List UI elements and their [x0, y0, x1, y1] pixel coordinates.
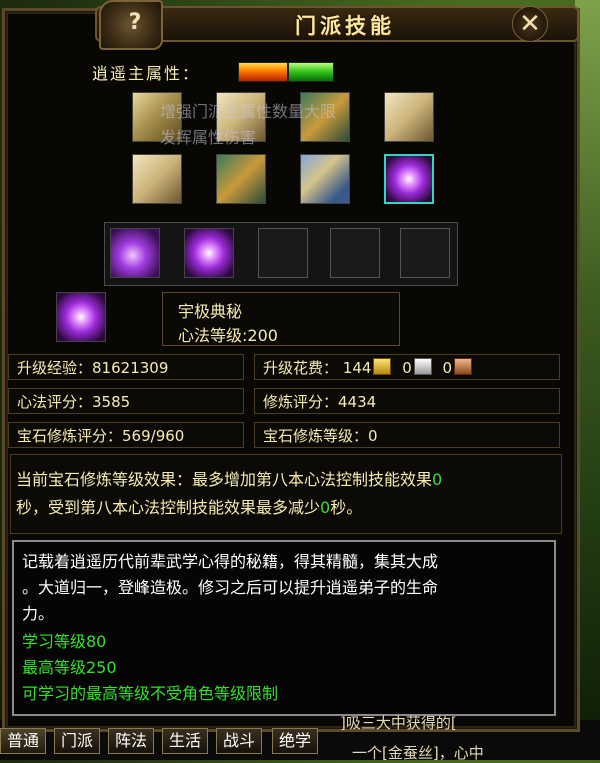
upgrade-cost-stat: 升级花费： 144 0 0: [254, 354, 560, 380]
chest-book-icon[interactable]: [216, 154, 266, 204]
mind-score-value: 3585: [92, 393, 131, 411]
scroll-icon[interactable]: [132, 154, 182, 204]
max-level: 最高等级250: [22, 658, 117, 677]
upgrade-cost-label: 升级花费：: [263, 359, 339, 377]
mind-score-label: 心法评分：: [17, 393, 93, 411]
empty-skill-slot[interactable]: [258, 228, 308, 278]
level-note: 可学习的最高等级不受角色等级限制: [22, 684, 279, 703]
practice-score-stat: 修炼评分：4434: [254, 388, 560, 414]
gem-level-label: 宝石修炼等级：: [263, 427, 369, 445]
cost-gold-value: 144: [342, 359, 372, 377]
chat-fragment: ]吸三大中获得的[: [340, 714, 457, 732]
gem-score-label: 宝石修炼评分：: [17, 427, 123, 445]
window-title: 门派技能: [295, 14, 395, 38]
copper-coin-icon: [454, 358, 473, 375]
practice-score-value: 4434: [338, 393, 377, 411]
description-line: 记载着逍遥历代前辈武学心得的秘籍，得其精髓，集其大成: [22, 552, 439, 571]
purple-man-skill-icon[interactable]: [110, 228, 160, 278]
upgrade-exp-label: 升级经验：: [17, 359, 93, 377]
skill-name: 宇极典秘: [178, 302, 243, 321]
learn-level: 学习等级80: [22, 632, 107, 651]
fire-attribute-icon: [238, 62, 288, 82]
cost-copper-value: 0: [442, 359, 453, 377]
chat-tab[interactable]: 绝学: [272, 728, 319, 754]
gold-coin-icon: [373, 358, 392, 375]
description-line: 力。: [22, 604, 55, 623]
purple-vortex-skill-icon[interactable]: [184, 228, 234, 278]
empty-skill-slot[interactable]: [330, 228, 380, 278]
practice-score-label: 修炼评分：: [263, 393, 339, 411]
chat-tab[interactable]: 门派: [54, 728, 101, 754]
wood-attribute-icon: [288, 62, 334, 82]
gem-level-stat: 宝石修炼等级：0: [254, 422, 560, 448]
effect-text: 当前宝石修炼等级效果：最多增加第八本心法控制技能效果: [16, 470, 433, 489]
gem-level-value: 0: [368, 427, 378, 445]
upgrade-exp-stat: 升级经验：81621309: [8, 354, 244, 380]
chat-tab[interactable]: 战斗: [216, 728, 263, 754]
chat-tab[interactable]: 普通: [0, 728, 47, 754]
mind-score-stat: 心法评分：3585: [8, 388, 244, 414]
silver-coin-icon: [413, 358, 432, 375]
help-button[interactable]: ?: [120, 8, 150, 38]
blue-scroll-icon[interactable]: [300, 154, 350, 204]
gem-effect-line2: 秒，受到第八本心法控制技能效果最多减少0秒。: [16, 494, 362, 518]
effect-number: 0: [320, 498, 331, 517]
scroll-icon[interactable]: [384, 92, 434, 142]
cost-silver-value: 0: [402, 359, 412, 377]
main-attribute-label: 逍遥主属性：: [92, 64, 201, 83]
effect-text: 秒。: [330, 498, 363, 517]
tooltip-line: 增强门派主属性数量大限: [160, 102, 337, 121]
chat-tab[interactable]: 阵法: [108, 728, 155, 754]
gem-score-stat: 宝石修炼评分：569/960: [8, 422, 244, 448]
chat-tab[interactable]: 生活: [162, 728, 209, 754]
tooltip-line: 发挥属性伤害: [160, 128, 257, 147]
description-line: 。大道归一，登峰造极。修习之后可以提升逍遥弟子的生命: [22, 578, 439, 597]
selected-skill-icon: [56, 292, 106, 342]
gem-score-value: 569/960: [122, 427, 185, 445]
skill-level: 心法等级:200: [178, 326, 278, 345]
effect-text: 秒，受到第八本心法控制技能效果最多减少: [16, 498, 321, 517]
upgrade-exp-value: 81621309: [92, 359, 169, 377]
empty-skill-slot[interactable]: [400, 228, 450, 278]
effect-number: 0: [432, 470, 443, 489]
gem-effect-line1: 当前宝石修炼等级效果：最多增加第八本心法控制技能效果0: [16, 466, 442, 490]
purple-vortex-icon[interactable]: [384, 154, 434, 204]
close-button[interactable]: ✕: [512, 6, 548, 42]
